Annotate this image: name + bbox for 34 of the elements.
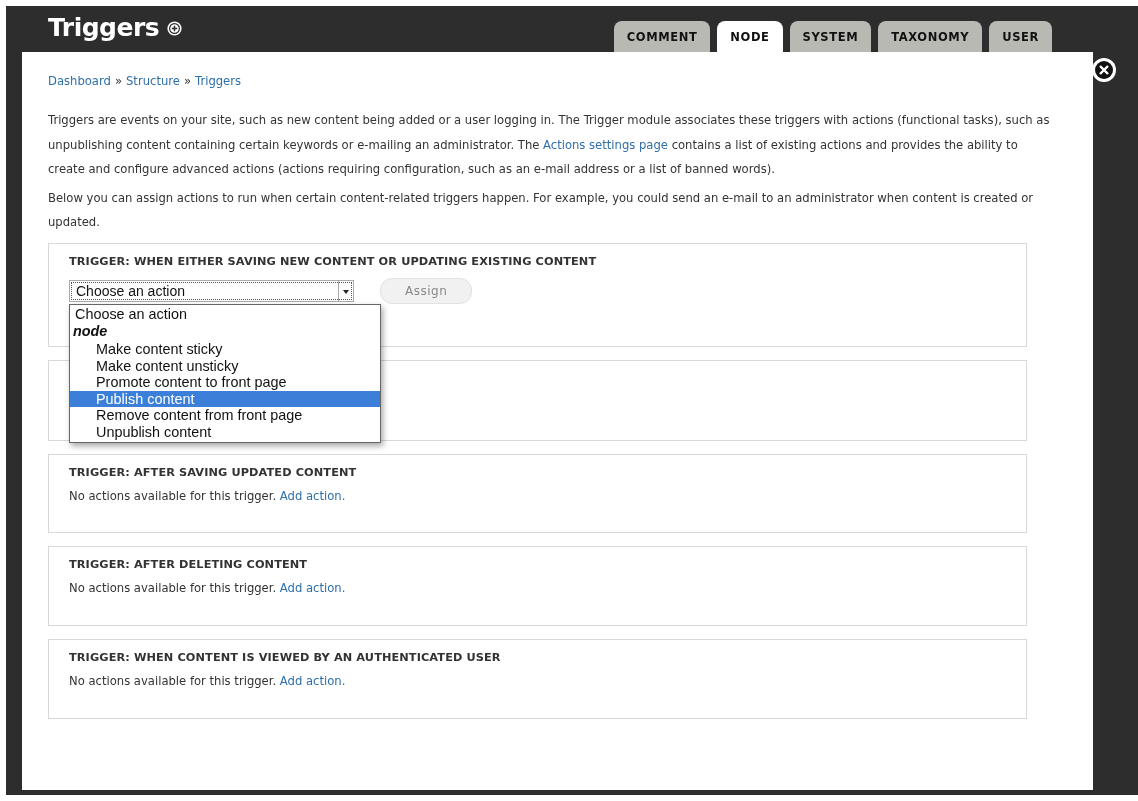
dropdown-option[interactable]: Make content unsticky <box>70 357 380 374</box>
actions-settings-link[interactable]: Actions settings page <box>543 137 668 152</box>
plus-circle-icon[interactable] <box>167 21 183 36</box>
add-action-link[interactable]: Add action. <box>279 580 346 595</box>
intro-paragraph: Below you can assign actions to run when certain content-related triggers happen. For example, you could send an e-mail to an administrator when content is created or updated. <box>48 189 1035 231</box>
empty-message: No actions available for this trigger. <box>69 488 277 503</box>
option-group-label: node <box>72 322 109 341</box>
trigger-title: TRIGGER: AFTER DELETING CONTENT <box>69 557 309 571</box>
tab[interactable]: TAXONOMY <box>878 21 983 52</box>
tab[interactable]: NODE <box>717 21 783 52</box>
dropdown-option[interactable]: Remove content from front page <box>70 407 380 424</box>
add-action-link[interactable]: Add action. <box>279 488 346 503</box>
tab[interactable]: USER <box>989 21 1052 52</box>
breadcrumb-link[interactable]: Structure <box>126 74 180 88</box>
intro-paragraph: Triggers are events on your site, such as new content being added or a user logging in. The Trigger module associates these triggers with actions (functional tasks), such as unpublishing content containing certain keywords or e-mailing an administrator. The Actions settings page contains a list of existing actions and provides the ability to create and configure advanced actions (actions requiring configuration, such as an e-mail address or a list of banned words). <box>48 112 1051 178</box>
breadcrumb-separator: » <box>183 74 192 88</box>
dropdown-option[interactable]: Unpublish content <box>70 423 380 440</box>
dropdown-option[interactable]: Publish content <box>70 390 380 407</box>
dropdown-option[interactable]: Make content sticky <box>70 341 380 358</box>
trigger-title: TRIGGER: WHEN EITHER SAVING NEW CONTENT OR UPDATING EXISTING CONTENT <box>69 254 598 268</box>
empty-message: No actions available for this trigger. <box>69 673 277 688</box>
page-title: Triggers <box>48 13 160 42</box>
empty-message: No actions available for this trigger. <box>69 580 277 595</box>
breadcrumb-link[interactable]: Dashboard <box>48 74 111 88</box>
breadcrumb-separator: » <box>114 74 122 88</box>
tab[interactable]: COMMENT <box>613 21 711 52</box>
tab[interactable]: SYSTEM <box>789 21 872 52</box>
dropdown-option[interactable]: Choose an action <box>70 305 380 322</box>
breadcrumb-link[interactable]: Triggers <box>195 74 242 88</box>
add-action-link[interactable]: Add action. <box>279 673 346 688</box>
trigger-title: TRIGGER: WHEN CONTENT IS VIEWED BY AN AUTHENTICATED USER <box>69 650 502 664</box>
dropdown-option[interactable]: Promote content to front page <box>70 374 380 391</box>
trigger-title: TRIGGER: AFTER SAVING UPDATED CONTENT <box>69 465 358 479</box>
action-select[interactable]: Choose an action <box>69 279 354 302</box>
